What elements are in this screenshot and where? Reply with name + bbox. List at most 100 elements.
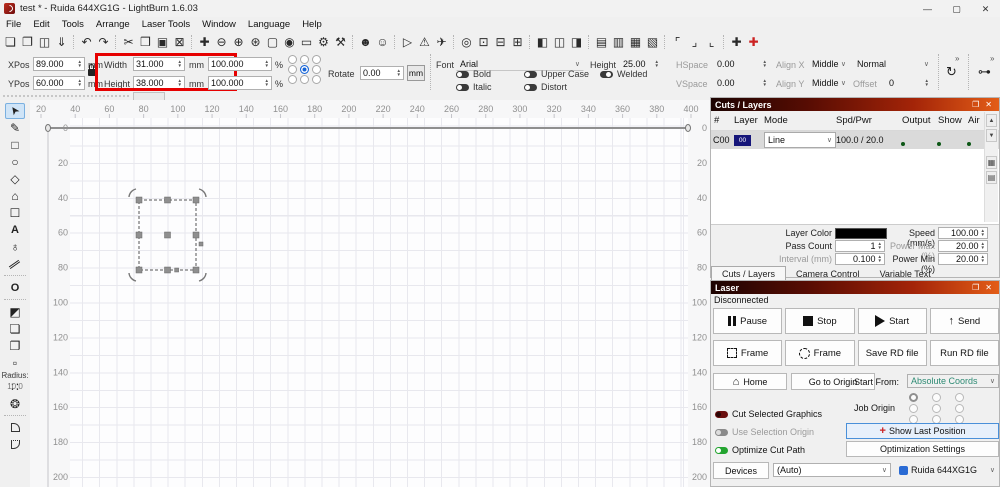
job-origin-radio[interactable]	[955, 404, 964, 413]
run-rd-file-button[interactable]: Run RD file	[929, 340, 999, 366]
tab-cuts-layers[interactable]: Cuts / Layers	[711, 266, 787, 281]
minimize-button[interactable]: —	[913, 1, 942, 17]
selection-handle[interactable]	[192, 266, 200, 274]
boolean-union-tool[interactable]: ❏	[5, 321, 25, 337]
maximize-button[interactable]: ▢	[942, 1, 971, 17]
frame-selection-icon[interactable]: ▢	[264, 33, 281, 50]
close-panel-icon[interactable]: ✕	[982, 100, 995, 109]
italic-toggle[interactable]: Italic	[456, 82, 492, 92]
user-icon[interactable]: ☺	[374, 33, 391, 50]
distribute-v-icon[interactable]: ▥	[610, 33, 627, 50]
jog-position-icon[interactable]: ✚	[728, 33, 745, 50]
units-button[interactable]: mm	[407, 65, 425, 81]
open-file-icon[interactable]: ❐	[19, 33, 36, 50]
frame-corner-tl-icon[interactable]: ⌜	[669, 33, 686, 50]
redo-icon[interactable]: ↷	[95, 33, 112, 50]
import-icon[interactable]: ⇓	[53, 33, 70, 50]
space-v-icon[interactable]: ▧	[644, 33, 661, 50]
height-input[interactable]: 38.000 ▲ ▼	[133, 76, 185, 90]
layer-mode-select[interactable]: Line ∨	[764, 132, 836, 148]
zoom-out-icon[interactable]: ⊖	[213, 33, 230, 50]
job-origin-radio[interactable]	[909, 404, 918, 413]
layer-color-swatch[interactable]: 00	[734, 134, 751, 146]
print-icon[interactable]: ⊞	[509, 33, 526, 50]
anchor-dot[interactable]	[288, 75, 297, 84]
use-selection-origin-toggle[interactable]: Use Selection Origin	[715, 427, 814, 437]
kerning-icon[interactable]: ⊶	[978, 64, 991, 80]
selection-handle[interactable]	[164, 266, 171, 274]
bold-toggle[interactable]: Bold	[456, 69, 491, 79]
radius-input[interactable]: 10.0	[0, 382, 30, 391]
selection-handle[interactable]	[135, 196, 143, 204]
move-laser-to-position-icon[interactable]: ✚	[745, 33, 762, 50]
frame-circle-button[interactable]: Frame	[785, 340, 855, 366]
menu-tools[interactable]: Tools	[56, 19, 90, 30]
workspace-canvas[interactable]: 20 40 60 80 100 120 140 160 180 200 220 240 260 280 30…	[30, 100, 710, 487]
camera-icon[interactable]: ◉	[281, 33, 298, 50]
scale-x-input[interactable]: 100.000 ▲ ▼	[208, 57, 272, 71]
overflow-chevron[interactable]: »	[990, 54, 994, 63]
port-select[interactable]: (Auto) ∨	[773, 463, 891, 477]
anchor-dot[interactable]	[300, 75, 309, 84]
close-panel-icon[interactable]: ✕	[982, 283, 995, 292]
preview-window-icon[interactable]: ▭	[298, 33, 315, 50]
rotate-view-icon[interactable]: ↻	[946, 64, 957, 80]
job-origin-radio[interactable]	[932, 404, 941, 413]
boolean-intersect-tool[interactable]: ▫	[5, 355, 25, 371]
pan-icon[interactable]: ✚	[196, 33, 213, 50]
circular-array-tool[interactable]: ❂	[5, 396, 25, 412]
distort-toggle[interactable]: Distort	[524, 82, 567, 92]
new-file-icon[interactable]: ❏	[2, 33, 19, 50]
preview-play-icon[interactable]: ▷	[399, 33, 416, 50]
users-icon[interactable]: ☻	[357, 33, 374, 50]
start-from-select[interactable]: Absolute Coords ∨	[907, 374, 999, 388]
anchor-dot[interactable]	[312, 55, 321, 64]
aspect-lock-icon[interactable]	[88, 64, 97, 76]
weld-tool[interactable]: ◩	[5, 304, 25, 320]
zoom-to-frame-icon[interactable]: ⊛	[247, 33, 264, 50]
menu-language[interactable]: Language	[242, 19, 296, 30]
anchor-dot[interactable]	[300, 65, 309, 74]
delete-icon[interactable]: ⊠	[171, 33, 188, 50]
devices-button[interactable]: Devices	[713, 462, 769, 479]
distribute-h-icon[interactable]: ▤	[593, 33, 610, 50]
rectangle-tool[interactable]: □	[5, 137, 25, 153]
device-select[interactable]: Ruida 644XG1G ∨	[895, 463, 999, 477]
selection-handle[interactable]	[135, 231, 143, 239]
overflow-chevron[interactable]: »	[955, 54, 959, 63]
ellipse-tool[interactable]: ○	[5, 154, 25, 170]
frame-corner-br-icon[interactable]: ⌟	[686, 33, 703, 50]
power-min-input[interactable]: 20.00 ▲ ▼	[938, 253, 988, 265]
upper-case-toggle[interactable]: Upper Case	[524, 69, 589, 79]
pass-count-input[interactable]: 1 ▲ ▼	[835, 240, 885, 252]
edit-shape-tool[interactable]: ☐	[5, 205, 25, 221]
anchor-dot[interactable]	[300, 55, 309, 64]
text-tool[interactable]: A	[5, 222, 25, 238]
xpos-input[interactable]: 89.000 ▲ ▼	[33, 57, 85, 71]
save-file-icon[interactable]: ◫	[36, 33, 53, 50]
align-y-select[interactable]: Middle ∨	[808, 76, 850, 90]
selection-handle[interactable]	[164, 231, 171, 239]
settings-gear-icon[interactable]: ⚙	[315, 33, 332, 50]
offset-shapes-tool[interactable]: O	[5, 280, 25, 296]
scale-y-input[interactable]: 100.000 ▲ ▼	[208, 76, 272, 90]
boolean-subtract-tool[interactable]: ❐	[5, 338, 25, 354]
zoom-in-icon[interactable]: ⊕	[230, 33, 247, 50]
optimize-cut-path-toggle[interactable]: Optimize Cut Path	[715, 445, 805, 455]
vspace-input[interactable]: 0.00 ▲ ▼	[714, 76, 770, 90]
send-icon[interactable]: ✈	[433, 33, 450, 50]
measure-tool[interactable]: ∥	[5, 256, 25, 272]
rotate-handle[interactable]	[198, 272, 207, 282]
layer-color-value[interactable]	[835, 228, 887, 239]
select-tool[interactable]: ➤	[5, 102, 25, 119]
stop-button[interactable]: Stop	[785, 308, 855, 334]
corner-tool[interactable]	[5, 437, 25, 453]
menu-window[interactable]: Window	[196, 19, 242, 30]
space-h-icon[interactable]: ▦	[627, 33, 644, 50]
align-right-icon[interactable]: ◨	[568, 33, 585, 50]
palette-button[interactable]: ▦	[986, 156, 997, 169]
draw-lines-tool[interactable]: ✎	[5, 120, 25, 136]
optimization-settings-button[interactable]: Optimization Settings	[846, 441, 999, 457]
selection-handle[interactable]	[192, 231, 200, 239]
device-settings-icon[interactable]: ⚒	[332, 33, 349, 50]
